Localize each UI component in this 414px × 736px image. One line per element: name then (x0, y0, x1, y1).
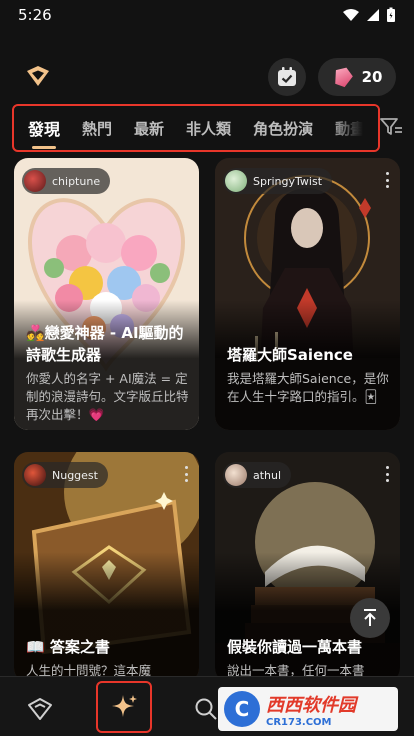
app-logo-icon[interactable] (24, 62, 52, 90)
top-bar: 20 (0, 56, 414, 96)
wifi-icon (343, 9, 359, 21)
card-title: 假裝你讀過一萬本書 (227, 638, 363, 656)
tab-latest[interactable]: 最新 (134, 118, 164, 139)
status-bar: 5:26 (0, 0, 414, 30)
more-options-icon[interactable] (386, 466, 390, 482)
avatar (225, 464, 247, 486)
card-title: 📖 答案之書 (26, 638, 110, 656)
tab-non-human[interactable]: 非人類 (186, 118, 231, 139)
card-description: 我是塔羅大師Saience，是你在人生十字路口的指引。🃏 (227, 371, 389, 404)
more-options-icon[interactable] (185, 466, 189, 482)
home-diamond-icon[interactable] (26, 695, 54, 723)
bot-card[interactable]: Nuggest 📖 答案之書 人生的十問號？這本魔 (14, 452, 199, 682)
avatar (225, 170, 247, 192)
watermark-logo-icon: C (224, 691, 260, 727)
author-name: chiptune (52, 174, 101, 188)
sparkle-icon (112, 695, 137, 717)
more-options-icon[interactable] (386, 172, 390, 188)
card-author[interactable]: Nuggest (22, 462, 108, 488)
scroll-to-top-button[interactable] (350, 598, 390, 638)
arrow-up-icon (364, 609, 376, 626)
gem-balance-button[interactable]: 20 (318, 58, 396, 96)
bot-card[interactable]: chiptune 💑戀愛神器 - AI驅動的詩歌生成器 你愛人的名字 + AI魔… (14, 158, 199, 430)
status-icons (342, 7, 396, 23)
avatar (24, 464, 46, 486)
card-author[interactable]: chiptune (22, 168, 111, 194)
avatar (24, 170, 46, 192)
signal-icon (367, 9, 379, 21)
card-author[interactable]: athul (223, 462, 292, 488)
tab-roleplay[interactable]: 角色扮演 (253, 118, 313, 139)
author-name: Nuggest (52, 468, 98, 482)
filter-icon[interactable] (378, 114, 404, 140)
bot-card[interactable]: SpringyTwist 塔羅大師Saience 我是塔羅大師Saience，是… (215, 158, 400, 430)
watermark-url: CR173.COM (266, 716, 332, 728)
tab-discover[interactable]: 發現 (28, 116, 60, 149)
status-time: 5:26 (18, 6, 52, 24)
gem-icon (334, 67, 353, 88)
card-description: 你愛人的名字 + AI魔法 = 定制的浪漫詩句。文字版丘比特再次出擊！💗 (26, 371, 189, 422)
bottom-nav: C 西西软件园 CR173.COM (0, 676, 414, 736)
author-name: athul (253, 468, 282, 482)
tabs-fade (328, 106, 378, 150)
card-title: 塔羅大師Saience (227, 346, 353, 364)
card-title: 💑戀愛神器 - AI驅動的詩歌生成器 (26, 324, 184, 364)
author-name: SpringyTwist (253, 174, 323, 188)
calendar-check-icon (278, 67, 296, 86)
search-icon[interactable] (194, 697, 218, 721)
create-button[interactable] (96, 681, 152, 733)
bot-card[interactable]: athul 假裝你讀過一萬本書 說出一本書，任何一本書 (215, 452, 400, 682)
watermark-logo: C 西西软件园 CR173.COM (218, 687, 398, 731)
daily-checkin-button[interactable] (268, 58, 306, 96)
watermark-text: 西西软件园 (266, 694, 356, 716)
card-author[interactable]: SpringyTwist (223, 168, 333, 194)
category-tabs: 發現 熱門 最新 非人類 角色扮演 動畫 (12, 104, 380, 152)
tab-popular[interactable]: 熱門 (82, 118, 112, 139)
battery-icon (387, 7, 395, 22)
gem-count: 20 (361, 68, 383, 86)
